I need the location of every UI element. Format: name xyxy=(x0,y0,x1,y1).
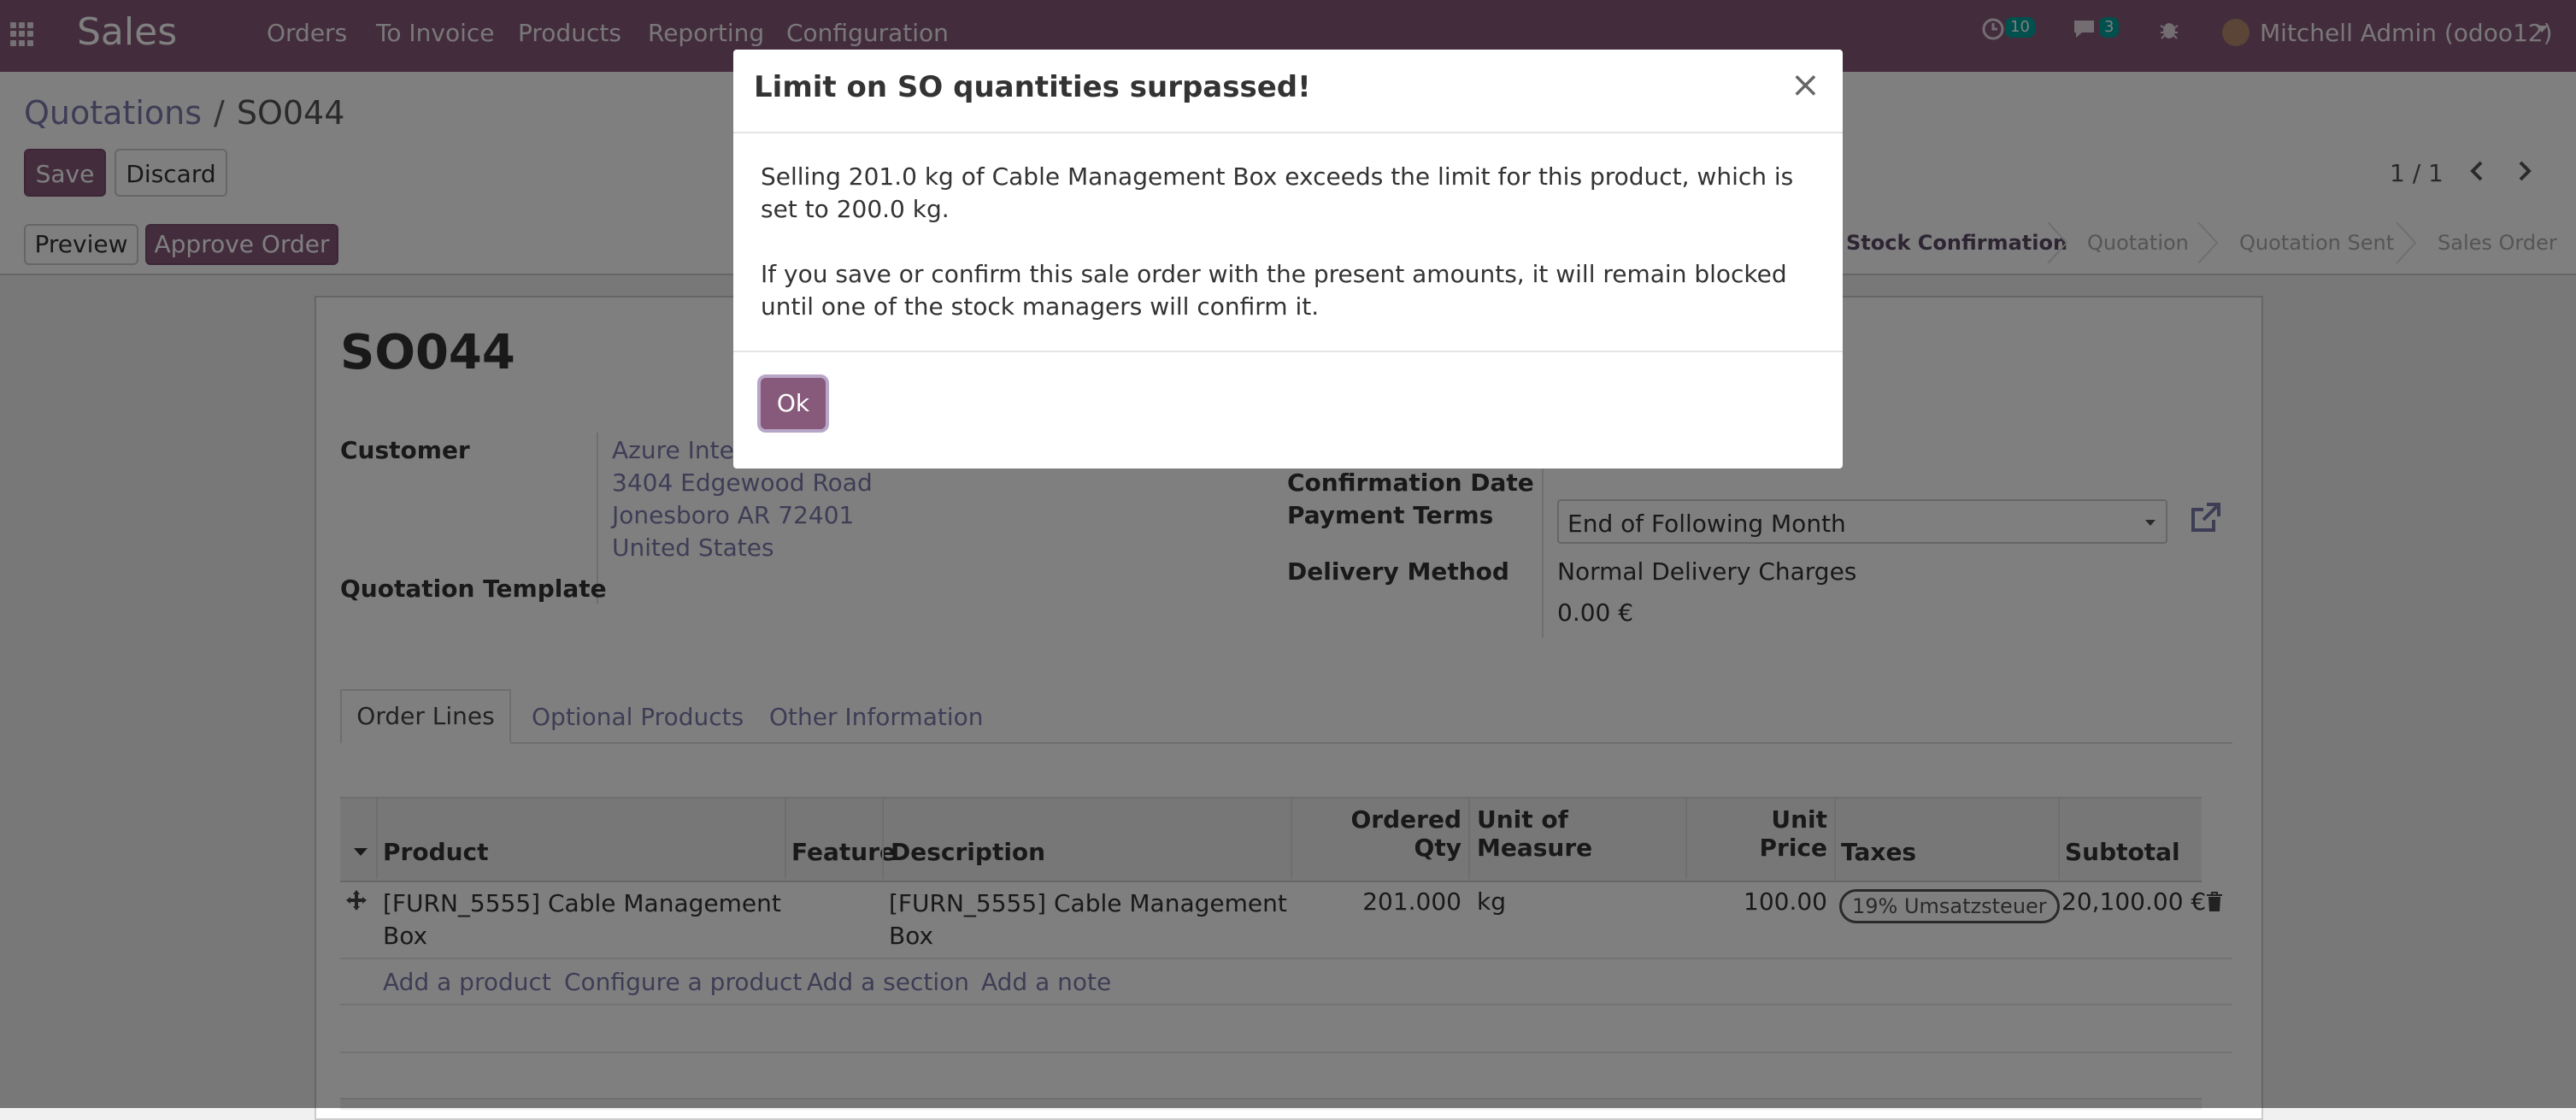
dialog-footer-divider xyxy=(733,351,1843,352)
dialog-body: Selling 201.0 kg of Cable Management Box… xyxy=(761,161,1812,356)
ok-button[interactable]: Ok xyxy=(761,378,826,429)
close-icon[interactable]: × xyxy=(1791,67,1820,103)
dialog-message: If you save or confirm this sale order w… xyxy=(761,260,1787,321)
dialog-title: Limit on SO quantities surpassed! xyxy=(754,70,1311,104)
dialog-header: Limit on SO quantities surpassed! × xyxy=(733,50,1843,133)
warning-dialog: Limit on SO quantities surpassed! × Sell… xyxy=(733,50,1843,469)
dialog-message: Selling 201.0 kg of Cable Management Box… xyxy=(761,162,1794,223)
